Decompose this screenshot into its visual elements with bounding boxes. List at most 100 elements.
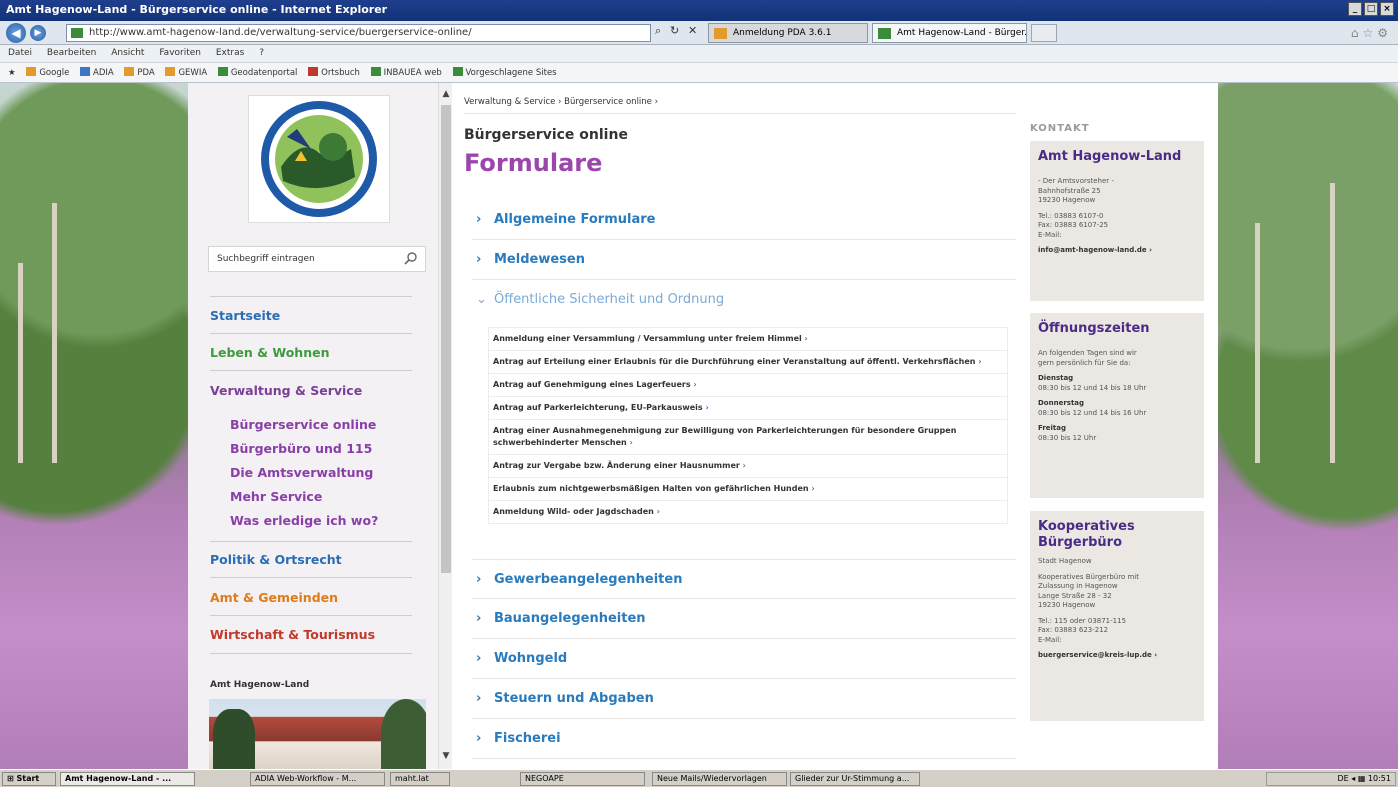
menu-extras[interactable]: Extras (216, 48, 244, 58)
maximize-icon[interactable]: □ (1364, 2, 1378, 16)
hours-time: 08:30 bis 12 und 14 bis 18 Uhr (1038, 383, 1147, 392)
start-label: Start (16, 774, 40, 783)
accordion-allgemeine-formulare[interactable]: › Allgemeine Formulare (472, 200, 1016, 240)
taskbar-item-maht[interactable]: maht.lat (390, 772, 450, 786)
taskbar-item-negoape[interactable]: NEGOAPE (520, 772, 645, 786)
form-link[interactable]: Anmeldung Wild- oder Jagdschaden › (489, 501, 1007, 523)
chevron-down-icon: ⌄ (476, 292, 487, 307)
form-link[interactable]: Antrag auf Parkerleichterung, EU-Parkaus… (489, 397, 1007, 420)
subnav-mehr-service[interactable]: Mehr Service (230, 489, 322, 504)
form-link[interactable]: Antrag zur Vergabe bzw. Änderung einer H… (489, 455, 1007, 478)
form-link[interactable]: Antrag einer Ausnahmegenehmigung zur Bew… (489, 420, 1007, 455)
menu-favoriten[interactable]: Favoriten (159, 48, 201, 58)
accordion-steuern-abgaben[interactable]: › Steuern und Abgaben (472, 679, 1016, 719)
amt-logo[interactable] (248, 95, 390, 223)
search-icon[interactable]: ⌕ (655, 24, 661, 38)
nav-divider (210, 296, 412, 297)
hours-day: Dienstag (1038, 374, 1074, 382)
fav-pda[interactable]: PDA (124, 67, 155, 78)
minimize-icon[interactable]: _ (1348, 2, 1362, 16)
subnav-buergerbuero-115[interactable]: Bürgerbüro und 115 (230, 441, 372, 456)
scroll-down-icon[interactable]: ▼ (441, 751, 451, 761)
fav-gewia[interactable]: GEWIA (165, 67, 207, 78)
fav-label: INBAUEA web (383, 68, 442, 78)
office-line: Zulassung in Hagenow (1038, 582, 1118, 590)
home-star-gear-icons[interactable]: ⌂☆⚙ (1351, 26, 1392, 40)
menu-help[interactable]: ? (259, 48, 264, 58)
site-favicon (71, 28, 83, 38)
taskbar-item-glieder[interactable]: Glieder zur Ur-Stimmung a... (790, 772, 920, 786)
start-button[interactable]: ⊞ Start (2, 772, 56, 786)
fav-label: Google (39, 68, 70, 78)
amt-building-photo (209, 699, 426, 769)
taskbar-item-ie[interactable]: Amt Hagenow-Land - ... (60, 772, 195, 786)
accordion-gewerbeangelegenheiten[interactable]: › Gewerbeangelegenheiten (472, 559, 1016, 599)
nav-leben-wohnen[interactable]: Leben & Wohnen (210, 345, 329, 360)
refresh-icon[interactable]: ↻ (670, 24, 679, 37)
accordion-meldewesen[interactable]: › Meldewesen (472, 240, 1016, 280)
office-phone: Tel.: 115 oder 03871-115 (1038, 616, 1127, 625)
accordion-fischerei[interactable]: › Fischerei (472, 719, 1016, 759)
scroll-thumb[interactable] (441, 105, 451, 573)
taskbar-item-mails[interactable]: Neue Mails/Wiedervorlagen (652, 772, 787, 786)
arrow-right-icon: › (693, 380, 697, 389)
form-link[interactable]: Anmeldung einer Versammlung / Versammlun… (489, 328, 1007, 351)
kontakt-heading: KONTAKT (1030, 123, 1090, 134)
accordion-label: Allgemeine Formulare (494, 212, 656, 227)
subnav-was-erledige-ich-wo[interactable]: Was erledige ich wo? (230, 513, 378, 528)
nav-verwaltung-service[interactable]: Verwaltung & Service (210, 383, 362, 398)
left-sidebar: Suchbegriff eintragen Startseite Leben &… (188, 83, 438, 769)
forward-button[interactable]: ▶ (30, 25, 46, 41)
form-link-text: Anmeldung Wild- oder Jagdschaden (493, 507, 654, 516)
sidebar-scrollbar[interactable]: ▲ ▼ (438, 83, 452, 769)
menu-bearbeiten[interactable]: Bearbeiten (47, 48, 96, 58)
nav-startseite[interactable]: Startseite (210, 308, 280, 323)
fav-vorgeschlagene[interactable]: Vorgeschlagene Sites (452, 67, 557, 78)
main-content: Verwaltung & Service › Bürgerservice onl… (452, 83, 1024, 769)
browser-tab-2[interactable]: Amt Hagenow-Land - Bürger... (872, 23, 1027, 43)
favorites-bar: ★ Google ADIA PDA GEWIA Geodatenportal O… (0, 63, 1398, 83)
fav-adia[interactable]: ADIA (80, 67, 114, 78)
scroll-up-icon[interactable]: ▲ (441, 89, 451, 99)
form-link-text: Antrag auf Genehmigung eines Lagerfeuers (493, 380, 691, 389)
fav-inbauea[interactable]: INBAUEA web (370, 67, 442, 78)
fav-ortsbuch[interactable]: Ortsbuch (308, 67, 360, 78)
windows-taskbar: ⊞ Start Amt Hagenow-Land - ... ADIA Web-… (0, 769, 1398, 787)
accordion-oeffentliche-sicherheit[interactable]: ⌄ Öffentliche Sicherheit und Ordnung (472, 280, 1016, 320)
search-icon[interactable] (403, 251, 419, 267)
nav-amt-gemeinden[interactable]: Amt & Gemeinden (210, 590, 338, 605)
page-subtitle: Bürgerservice online (464, 127, 628, 143)
form-link[interactable]: Antrag auf Genehmigung eines Lagerfeuers… (489, 374, 1007, 397)
menu-datei[interactable]: Datei (8, 48, 32, 58)
arrow-right-icon: › (656, 507, 660, 516)
nav-wirtschaft-tourismus[interactable]: Wirtschaft & Tourismus (210, 627, 375, 642)
fav-label: PDA (137, 68, 155, 78)
address-bar[interactable]: http://www.amt-hagenow-land.de/verwaltun… (66, 24, 651, 42)
menu-ansicht[interactable]: Ansicht (111, 48, 144, 58)
breadcrumb[interactable]: Verwaltung & Service › Bürgerservice onl… (464, 97, 658, 107)
nav-politik-ortsrecht[interactable]: Politik & Ortsrecht (210, 552, 342, 567)
accordion-bauangelegenheiten[interactable]: › Bauangelegenheiten (472, 599, 1016, 639)
back-button[interactable]: ◀ (6, 23, 26, 43)
close-icon[interactable]: × (1380, 2, 1394, 16)
form-link[interactable]: Antrag auf Erteilung einer Erlaubnis für… (489, 351, 1007, 374)
taskbar-item-adia[interactable]: ADIA Web-Workflow - M... (250, 772, 385, 786)
search-input[interactable]: Suchbegriff eintragen (208, 246, 426, 272)
stop-icon[interactable]: ✕ (688, 24, 697, 37)
nav-divider (210, 577, 412, 578)
contact-email-link[interactable]: info@amt-hagenow-land.de › (1038, 246, 1196, 256)
subnav-buergerservice-online[interactable]: Bürgerservice online (230, 417, 376, 432)
tab-label: Anmeldung PDA 3.6.1 (733, 28, 832, 38)
favorites-star-icon[interactable]: ★ (8, 68, 16, 78)
fav-google[interactable]: Google (26, 67, 70, 78)
subnav-amtsverwaltung[interactable]: Die Amtsverwaltung (230, 465, 373, 480)
browser-tab-1[interactable]: Anmeldung PDA 3.6.1 (708, 23, 868, 43)
fav-icon (165, 67, 176, 76)
form-link[interactable]: Erlaubnis zum nichtgewerbsmäßigen Halten… (489, 478, 1007, 501)
system-tray[interactable]: DE ◂ ▦ 10:51 (1266, 772, 1396, 786)
accordion-wohngeld[interactable]: › Wohngeld (472, 639, 1016, 679)
new-tab-button[interactable] (1031, 24, 1057, 42)
fav-geodatenportal[interactable]: Geodatenportal (217, 67, 297, 78)
contact-box: Amt Hagenow-Land - Der Amtsvorsteher - B… (1030, 141, 1204, 301)
office-email-link[interactable]: buergerservice@kreis-lup.de › (1038, 651, 1196, 661)
